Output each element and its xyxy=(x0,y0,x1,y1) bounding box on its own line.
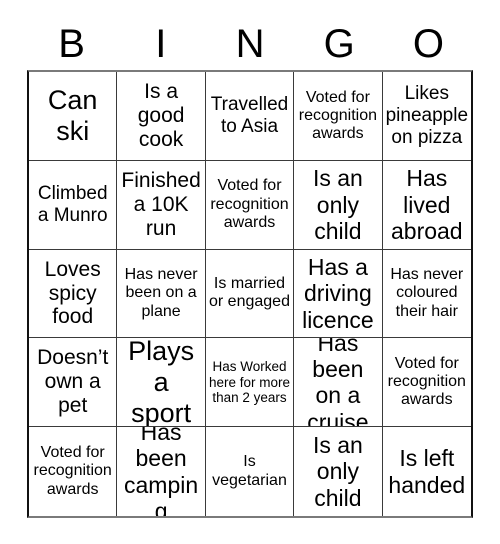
bingo-cell-r1c2[interactable]: Is a good cook xyxy=(117,72,206,161)
bingo-cell-r2c4[interactable]: Is an only child xyxy=(294,160,383,250)
bingo-cell-r3c5[interactable]: Has never coloured their hair xyxy=(382,250,471,339)
header-letter-b: B xyxy=(58,22,85,66)
header-letter-i: I xyxy=(155,22,167,66)
bingo-cell-label: Has a driving licence xyxy=(302,254,374,333)
bingo-cell-label: Is vegetarian xyxy=(212,453,287,489)
bingo-cell-label: Voted for recognition awards xyxy=(387,354,466,409)
bingo-cell-r3c3[interactable]: Is married or engaged xyxy=(205,249,295,339)
bingo-cell-label: Voted for recognition awards xyxy=(298,88,378,143)
bingo-cell-label: Doesn’t own a pet xyxy=(37,346,109,418)
bingo-cell-label: Travelled to Asia xyxy=(210,94,289,137)
bingo-cell-label: Plays a sport xyxy=(128,338,195,428)
bingo-cell-label: Is married or engaged xyxy=(209,275,290,311)
header-letter-o: O xyxy=(412,22,444,66)
header-letter-n: N xyxy=(235,22,265,66)
bingo-cell-r4c5[interactable]: Voted for recognition awards xyxy=(382,338,471,428)
bingo-cell-label: Finished a 10K run xyxy=(121,168,201,240)
bingo-cell-label: Is an only child xyxy=(312,432,363,511)
bingo-cell-r5c4[interactable]: Is an only child xyxy=(294,427,383,516)
header-letter-g: G xyxy=(323,22,355,66)
bingo-cell-label: Likes pineapple on pizza xyxy=(385,83,469,148)
bingo-cell-label: Voted for recognition awards xyxy=(210,177,289,231)
bingo-header: B I N G O xyxy=(27,18,473,70)
bingo-cell-label: Is a good cook xyxy=(137,79,185,151)
bingo-cell-label: Has been camping xyxy=(124,427,199,516)
bingo-cell-r3c4[interactable]: Has a driving licence xyxy=(294,249,383,339)
bingo-cell-r1c4[interactable]: Voted for recognition awards xyxy=(294,72,383,161)
bingo-cell-r1c3[interactable]: Travelled to Asia xyxy=(205,72,295,161)
bingo-cell-label: Voted for recognition awards xyxy=(33,444,112,498)
bingo-cell-r2c2[interactable]: Finished a 10K run xyxy=(117,160,206,250)
bingo-cell-label: Has lived abroad xyxy=(390,165,463,244)
bingo-cell-r5c2[interactable]: Has been camping xyxy=(117,427,206,516)
bingo-cell-label: Is left handed xyxy=(388,445,466,498)
bingo-grid: Can ski Is a good cook Travelled to Asia Vo… xyxy=(27,70,473,518)
bingo-cell-r1c5[interactable]: Likes pineapple on pizza xyxy=(382,72,471,161)
bingo-card: B I N G O Can ski Is a good cook Travelled… xyxy=(0,0,500,544)
bingo-cell-r4c4[interactable]: Has been on a cruise xyxy=(294,338,383,428)
bingo-cell-r2c5[interactable]: Has lived abroad xyxy=(382,161,471,250)
bingo-cell-r5c3[interactable]: Is vegetarian xyxy=(206,427,295,516)
bingo-cell-r4c1[interactable]: Doesn’t own a pet xyxy=(29,338,118,428)
bingo-cell-label: Has Worked here for more than 2 years xyxy=(208,359,291,405)
bingo-cell-label: Loves spicy food xyxy=(44,257,101,329)
bingo-cell-label: Is an only child xyxy=(312,165,363,244)
bingo-cell-label: Has never coloured their hair xyxy=(390,266,464,320)
bingo-cell-label: Has never been on a plane xyxy=(124,266,198,320)
bingo-cell-r4c3[interactable]: Has Worked here for more than 2 years xyxy=(205,338,295,428)
bingo-cell-r3c1[interactable]: Loves spicy food xyxy=(29,249,118,339)
bingo-cell-label: Has been on a cruise xyxy=(307,338,369,428)
bingo-cell-r4c2[interactable]: Plays a sport xyxy=(117,338,206,428)
bingo-cell-r2c1[interactable]: Climbed a Munro xyxy=(29,160,118,250)
bingo-cell-r5c1[interactable]: Voted for recognition awards xyxy=(29,427,118,516)
bingo-cell-r5c5[interactable]: Is left handed xyxy=(383,427,471,516)
bingo-cell-label: Climbed a Munro xyxy=(37,183,108,226)
bingo-cell-r2c3[interactable]: Voted for recognition awards xyxy=(205,160,295,250)
bingo-cell-r3c2[interactable]: Has never been on a plane xyxy=(117,249,206,339)
bingo-cell-r1c1[interactable]: Can ski xyxy=(29,72,118,161)
bingo-cell-label: Can ski xyxy=(47,85,98,146)
